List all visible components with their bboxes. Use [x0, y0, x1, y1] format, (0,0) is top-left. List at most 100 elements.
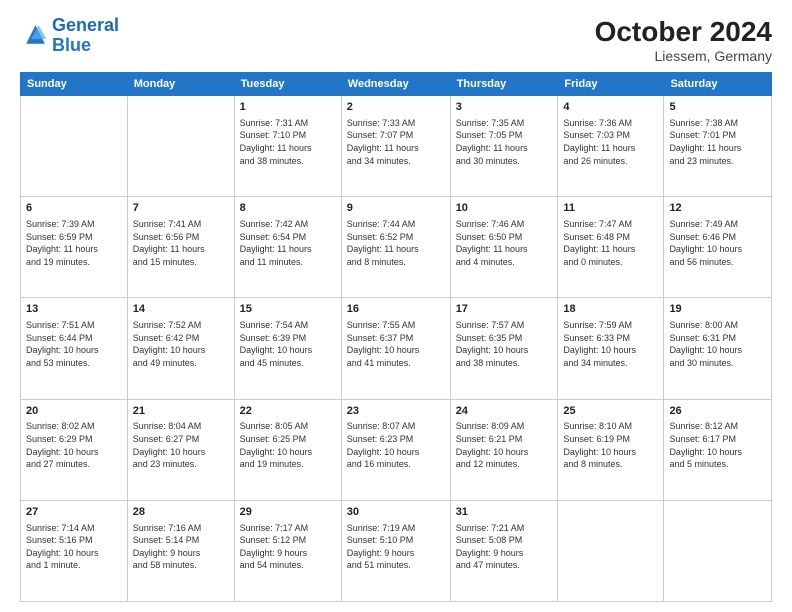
day-info: Sunrise: 8:12 AMSunset: 6:17 PMDaylight:… — [669, 420, 766, 470]
table-row: 31 Sunrise: 7:21 AMSunset: 5:08 PMDayligh… — [450, 500, 558, 601]
table-row — [558, 500, 664, 601]
day-info: Sunrise: 7:35 AMSunset: 7:05 PMDaylight:… — [456, 117, 553, 167]
day-info: Sunrise: 7:46 AMSunset: 6:50 PMDaylight:… — [456, 218, 553, 268]
day-info: Sunrise: 7:51 AMSunset: 6:44 PMDaylight:… — [26, 319, 122, 369]
day-info: Sunrise: 8:05 AMSunset: 6:25 PMDaylight:… — [240, 420, 336, 470]
table-row: 24Sunrise: 8:09 AMSunset: 6:21 PMDayligh… — [450, 399, 558, 500]
day-number: 18 — [563, 302, 658, 317]
day-number: 4 — [563, 100, 658, 115]
col-friday: Friday — [558, 73, 664, 96]
day-info: Sunrise: 7:55 AMSunset: 6:37 PMDaylight:… — [347, 319, 445, 369]
day-number: 1 — [240, 100, 336, 115]
table-row: 11 Sunrise: 7:47 AMSunset: 6:48 PMDayligh… — [558, 197, 664, 298]
table-row: 15 Sunrise: 7:54 AMSunset: 6:39 PMDayligh… — [234, 298, 341, 399]
day-number: 10 — [456, 201, 553, 216]
calendar-subtitle: Liessem, Germany — [595, 48, 772, 64]
table-row: 6 Sunrise: 7:39 AMSunset: 6:59 PMDaylight… — [21, 197, 128, 298]
table-row: 21Sunrise: 8:04 AMSunset: 6:27 PMDayligh… — [127, 399, 234, 500]
table-row: 1 Sunrise: 7:31 AMSunset: 7:10 PMDaylight… — [234, 96, 341, 197]
col-monday: Monday — [127, 73, 234, 96]
table-row: 28 Sunrise: 7:16 AMSunset: 5:14 PMDayligh… — [127, 500, 234, 601]
table-row: 18 Sunrise: 7:59 AMSunset: 6:33 PMDayligh… — [558, 298, 664, 399]
day-number: 19 — [669, 302, 766, 317]
table-row: 19Sunrise: 8:00 AMSunset: 6:31 PMDayligh… — [664, 298, 772, 399]
day-number: 21 — [133, 404, 229, 419]
table-row: 29Sunrise: 7:17 AMSunset: 5:12 PMDayligh… — [234, 500, 341, 601]
day-number: 27 — [26, 505, 122, 520]
table-row: 7 Sunrise: 7:41 AMSunset: 6:56 PMDaylight… — [127, 197, 234, 298]
day-info: Sunrise: 8:02 AMSunset: 6:29 PMDaylight:… — [26, 420, 122, 470]
day-info: Sunrise: 7:54 AMSunset: 6:39 PMDaylight:… — [240, 319, 336, 369]
day-info: Sunrise: 7:14 AMSunset: 5:16 PMDaylight:… — [26, 522, 122, 572]
title-block: October 2024 Liessem, Germany — [595, 16, 772, 64]
day-info: Sunrise: 7:57 AMSunset: 6:35 PMDaylight:… — [456, 319, 553, 369]
day-info: Sunrise: 8:04 AMSunset: 6:27 PMDaylight:… — [133, 420, 229, 470]
col-thursday: Thursday — [450, 73, 558, 96]
calendar-week-row: 20Sunrise: 8:02 AMSunset: 6:29 PMDayligh… — [21, 399, 772, 500]
day-info: Sunrise: 7:39 AMSunset: 6:59 PMDaylight:… — [26, 218, 122, 268]
day-info: Sunrise: 7:52 AMSunset: 6:42 PMDaylight:… — [133, 319, 229, 369]
day-info: Sunrise: 7:59 AMSunset: 6:33 PMDaylight:… — [563, 319, 658, 369]
table-row — [664, 500, 772, 601]
day-info: Sunrise: 7:41 AMSunset: 6:56 PMDaylight:… — [133, 218, 229, 268]
table-row: 13Sunrise: 7:51 AMSunset: 6:44 PMDayligh… — [21, 298, 128, 399]
table-row: 4Sunrise: 7:36 AMSunset: 7:03 PMDaylight… — [558, 96, 664, 197]
table-row: 23Sunrise: 8:07 AMSunset: 6:23 PMDayligh… — [341, 399, 450, 500]
table-row: 20Sunrise: 8:02 AMSunset: 6:29 PMDayligh… — [21, 399, 128, 500]
day-info: Sunrise: 7:16 AMSunset: 5:14 PMDaylight:… — [133, 522, 229, 572]
day-number: 17 — [456, 302, 553, 317]
calendar-title: October 2024 — [595, 16, 772, 48]
table-row: 9 Sunrise: 7:44 AMSunset: 6:52 PMDaylight… — [341, 197, 450, 298]
day-number: 22 — [240, 404, 336, 419]
day-number: 3 — [456, 100, 553, 115]
day-info: Sunrise: 7:17 AMSunset: 5:12 PMDaylight:… — [240, 522, 336, 572]
day-number: 28 — [133, 505, 229, 520]
table-row: 10 Sunrise: 7:46 AMSunset: 6:50 PMDayligh… — [450, 197, 558, 298]
logo: GeneralBlue — [20, 16, 119, 56]
col-wednesday: Wednesday — [341, 73, 450, 96]
day-number: 12 — [669, 201, 766, 216]
table-row: 27 Sunrise: 7:14 AMSunset: 5:16 PMDayligh… — [21, 500, 128, 601]
day-number: 16 — [347, 302, 445, 317]
day-number: 23 — [347, 404, 445, 419]
table-row: 2Sunrise: 7:33 AMSunset: 7:07 PMDaylight… — [341, 96, 450, 197]
day-info: Sunrise: 7:49 AMSunset: 6:46 PMDaylight:… — [669, 218, 766, 268]
table-row — [127, 96, 234, 197]
table-row: 8Sunrise: 7:42 AMSunset: 6:54 PMDaylight… — [234, 197, 341, 298]
day-number: 25 — [563, 404, 658, 419]
day-info: Sunrise: 8:10 AMSunset: 6:19 PMDaylight:… — [563, 420, 658, 470]
day-info: Sunrise: 8:07 AMSunset: 6:23 PMDaylight:… — [347, 420, 445, 470]
day-number: 26 — [669, 404, 766, 419]
day-number: 11 — [563, 201, 658, 216]
day-number: 5 — [669, 100, 766, 115]
table-row: 26Sunrise: 8:12 AMSunset: 6:17 PMDayligh… — [664, 399, 772, 500]
table-row: 17 Sunrise: 7:57 AMSunset: 6:35 PMDayligh… — [450, 298, 558, 399]
day-number: 6 — [26, 201, 122, 216]
day-number: 7 — [133, 201, 229, 216]
day-number: 2 — [347, 100, 445, 115]
day-number: 31 — [456, 505, 553, 520]
day-info: Sunrise: 7:19 AMSunset: 5:10 PMDaylight:… — [347, 522, 445, 572]
table-row: 12 Sunrise: 7:49 AMSunset: 6:46 PMDayligh… — [664, 197, 772, 298]
page: GeneralBlue October 2024 Liessem, German… — [0, 0, 792, 612]
day-number: 9 — [347, 201, 445, 216]
table-row: 5 Sunrise: 7:38 AMSunset: 7:01 PMDaylight… — [664, 96, 772, 197]
calendar-header-row: Sunday Monday Tuesday Wednesday Thursday… — [21, 73, 772, 96]
col-saturday: Saturday — [664, 73, 772, 96]
day-info: Sunrise: 7:21 AMSunset: 5:08 PMDaylight:… — [456, 522, 553, 572]
calendar-table: Sunday Monday Tuesday Wednesday Thursday… — [20, 72, 772, 602]
day-number: 24 — [456, 404, 553, 419]
day-info: Sunrise: 8:09 AMSunset: 6:21 PMDaylight:… — [456, 420, 553, 470]
day-number: 14 — [133, 302, 229, 317]
header: GeneralBlue October 2024 Liessem, German… — [20, 16, 772, 64]
day-number: 15 — [240, 302, 336, 317]
table-row: 30Sunrise: 7:19 AMSunset: 5:10 PMDayligh… — [341, 500, 450, 601]
day-info: Sunrise: 7:44 AMSunset: 6:52 PMDaylight:… — [347, 218, 445, 268]
day-number: 20 — [26, 404, 122, 419]
table-row: 25Sunrise: 8:10 AMSunset: 6:19 PMDayligh… — [558, 399, 664, 500]
calendar-week-row: 13Sunrise: 7:51 AMSunset: 6:44 PMDayligh… — [21, 298, 772, 399]
logo-text: GeneralBlue — [52, 16, 119, 56]
day-info: Sunrise: 7:47 AMSunset: 6:48 PMDaylight:… — [563, 218, 658, 268]
day-info: Sunrise: 7:31 AMSunset: 7:10 PMDaylight:… — [240, 117, 336, 167]
day-info: Sunrise: 7:38 AMSunset: 7:01 PMDaylight:… — [669, 117, 766, 167]
